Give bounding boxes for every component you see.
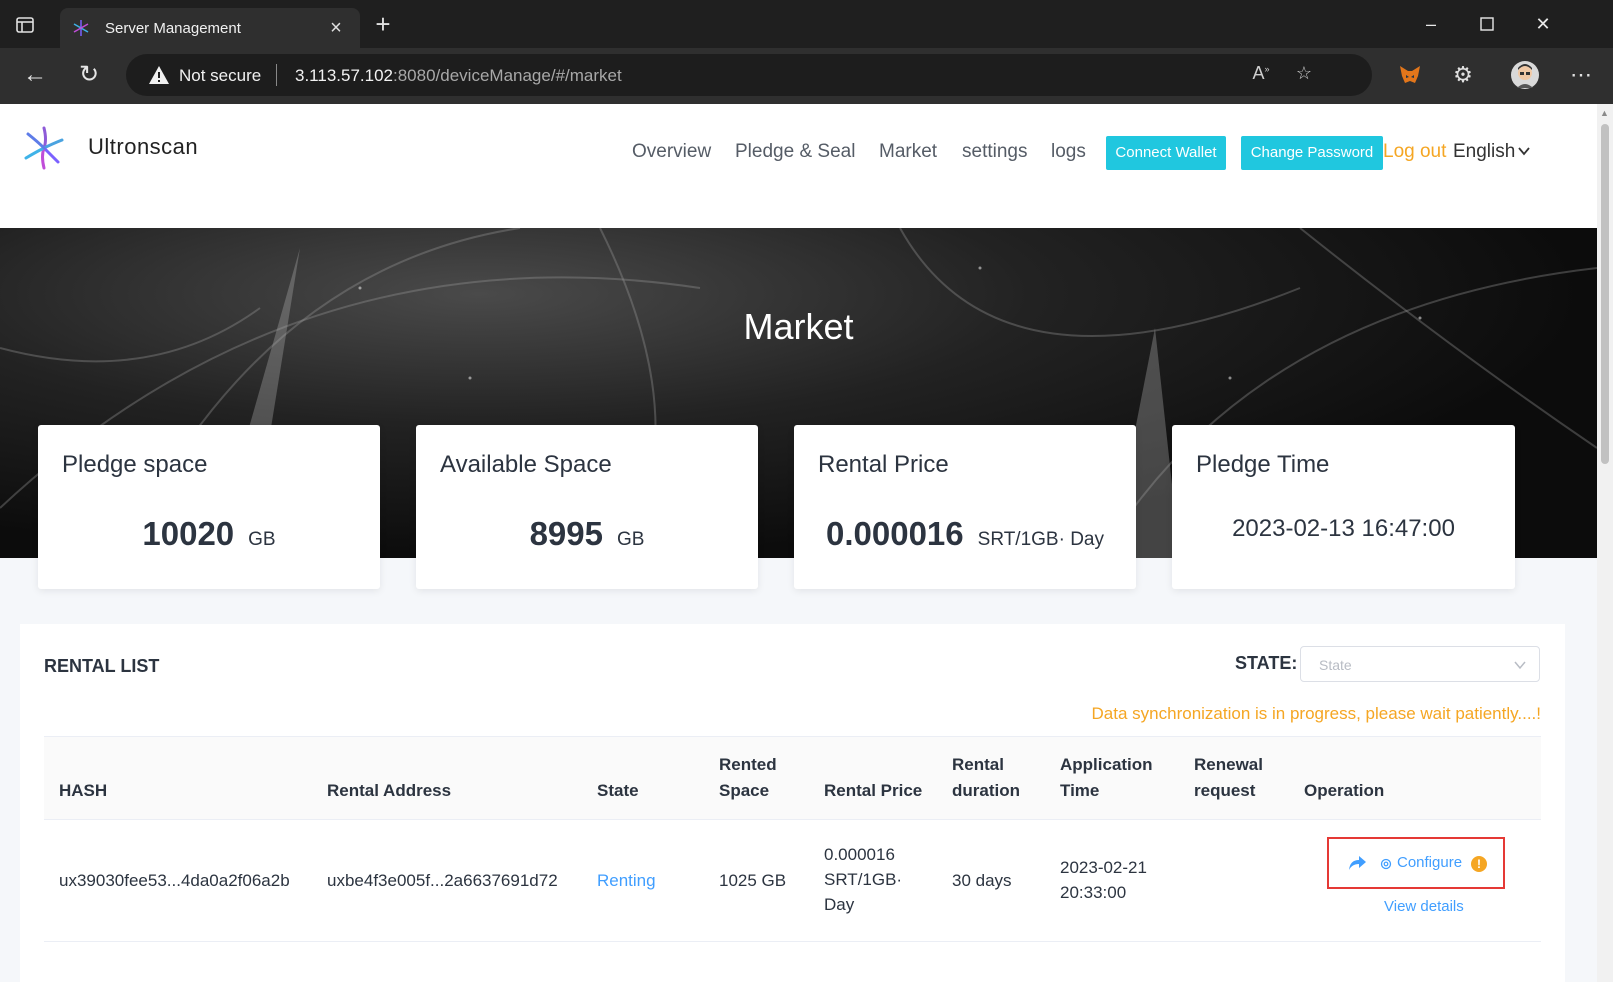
cell-rental-address: uxbe4f3e005f...2a6637691d72 <box>327 871 558 890</box>
more-menu-icon[interactable]: ⋯ <box>1566 60 1596 90</box>
extensions-icon[interactable]: ⚙ <box>1448 60 1478 90</box>
share-arrow-icon[interactable] <box>1347 854 1367 872</box>
maximize-icon[interactable] <box>1472 10 1502 38</box>
stat-card-value: 8995 GB <box>529 515 645 552</box>
stat-card-title: Pledge space <box>62 451 208 478</box>
minimize-icon[interactable]: – <box>1416 10 1446 38</box>
stat-card-value: 0.000016 SRT/1GB· Day <box>826 515 1104 552</box>
nav-overview[interactable]: Overview <box>632 141 711 163</box>
view-details-link[interactable]: View details <box>1384 898 1464 915</box>
rental-list-title: RENTAL LIST <box>44 656 160 676</box>
column-rental-duration: Rental duration <box>952 755 1020 800</box>
nav-logs[interactable]: logs <box>1051 141 1086 163</box>
stat-card-pledge-time: Pledge Time 2023-02-13 16:47:00 <box>1172 425 1515 589</box>
new-tab-icon[interactable]: + <box>370 11 396 37</box>
favorite-star-icon[interactable]: ☆ <box>1291 63 1317 87</box>
warning-badge-icon: ! <box>1471 856 1487 872</box>
site-header: Ultronscan Overview Pledge & Seal Market… <box>0 104 1597 228</box>
column-state: State <box>597 781 639 800</box>
page-content: Ultronscan Overview Pledge & Seal Market… <box>0 104 1597 982</box>
page-scrollbar[interactable]: ▲ <box>1597 104 1613 982</box>
gear-icon <box>1380 858 1392 870</box>
profile-avatar-icon[interactable] <box>1510 60 1540 90</box>
cell-state[interactable]: Renting <box>597 868 656 893</box>
chevron-down-icon[interactable] <box>1517 144 1531 158</box>
column-renewal-request: Renewal request <box>1194 755 1263 800</box>
close-window-icon[interactable]: ✕ <box>1528 10 1558 38</box>
tab-title: Server Management <box>105 20 241 37</box>
security-label[interactable]: Not secure <box>179 66 261 86</box>
state-filter-label: STATE: <box>1235 653 1298 673</box>
column-rental-address: Rental Address <box>327 781 452 800</box>
language-selector[interactable]: English <box>1453 141 1515 163</box>
rental-list-panel: RENTAL LIST STATE: State Data synchroniz… <box>20 624 1565 982</box>
stat-card-title: Rental Price <box>818 451 949 478</box>
sync-status-message: Data synchronization is in progress, ple… <box>1091 704 1541 723</box>
logout-link[interactable]: Log out <box>1383 141 1446 163</box>
stat-card-available-space: Available Space 8995 GB <box>416 425 758 589</box>
warning-triangle-icon <box>149 66 169 84</box>
metamask-icon[interactable] <box>1395 60 1425 90</box>
brand-name[interactable]: Ultronscan <box>88 134 198 160</box>
cell-hash: ux39030fee53...4da0a2f06a2b <box>59 871 290 890</box>
column-hash: HASH <box>59 781 108 800</box>
ultronscan-favicon-icon <box>73 20 89 36</box>
back-icon[interactable]: ← <box>20 60 50 90</box>
nav-settings[interactable]: settings <box>962 141 1027 163</box>
stat-card-rental-price: Rental Price 0.000016 SRT/1GB· Day <box>794 425 1136 589</box>
tab-close-icon[interactable]: × <box>325 17 347 40</box>
change-password-button[interactable]: Change Password <box>1241 136 1383 170</box>
column-rented-space: Rented Space <box>719 755 777 800</box>
tab-actions-icon[interactable] <box>14 14 36 36</box>
ultronscan-logo-icon[interactable] <box>18 122 70 174</box>
browser-tab[interactable]: Server Management × <box>60 8 360 48</box>
state-filter-placeholder: State <box>1319 657 1352 673</box>
configure-button[interactable]: Configure <box>1397 854 1462 871</box>
scroll-up-icon[interactable]: ▲ <box>1600 108 1609 118</box>
cell-rental-duration: 30 days <box>952 871 1012 890</box>
title-bar: Server Management × + – ✕ <box>0 0 1613 48</box>
stat-card-pledge-space: Pledge space 10020 GB <box>38 425 380 589</box>
refresh-icon[interactable]: ↻ <box>74 60 104 90</box>
nav-pledge-seal[interactable]: Pledge & Seal <box>735 141 855 163</box>
operation-highlight-box: Configure ! <box>1327 837 1505 889</box>
browser-toolbar: ← ↻ Not secure 3.113.57.102:8080/deviceM… <box>0 48 1613 104</box>
stat-card-title: Available Space <box>440 451 612 478</box>
cell-rental-price: 0.000016 SRT/1GB· Day <box>824 845 903 914</box>
table-header: HASH Rental Address State Rented Space Re… <box>44 736 1541 820</box>
column-application-time: Application Time <box>1060 755 1153 800</box>
address-bar[interactable]: Not secure 3.113.57.102:8080/deviceManag… <box>126 54 1372 96</box>
read-aloud-icon[interactable]: A» <box>1248 63 1274 87</box>
address-separator <box>276 64 277 86</box>
table-row: ux39030fee53...4da0a2f06a2b uxbe4f3e005f… <box>44 820 1541 942</box>
page-title: Market <box>743 306 854 347</box>
connect-wallet-button[interactable]: Connect Wallet <box>1106 136 1226 170</box>
stat-card-value: 10020 GB <box>142 515 276 552</box>
scrollbar-thumb[interactable] <box>1601 124 1609 464</box>
state-filter-select[interactable]: State <box>1300 646 1540 682</box>
stat-card-value: 2023-02-13 16:47:00 <box>1232 515 1455 542</box>
chevron-down-icon <box>1514 661 1526 670</box>
column-operation: Operation <box>1304 781 1385 800</box>
url-text[interactable]: 3.113.57.102:8080/deviceManage/#/market <box>295 66 622 86</box>
nav-market[interactable]: Market <box>879 141 937 163</box>
cell-application-time: 2023-02-21 20:33:00 <box>1060 858 1147 902</box>
stat-card-title: Pledge Time <box>1196 451 1330 478</box>
cell-rented-space: 1025 GB <box>719 871 787 890</box>
column-rental-price: Rental Price <box>824 781 923 800</box>
browser-window: Server Management × + – ✕ ← ↻ Not secure… <box>0 0 1613 982</box>
